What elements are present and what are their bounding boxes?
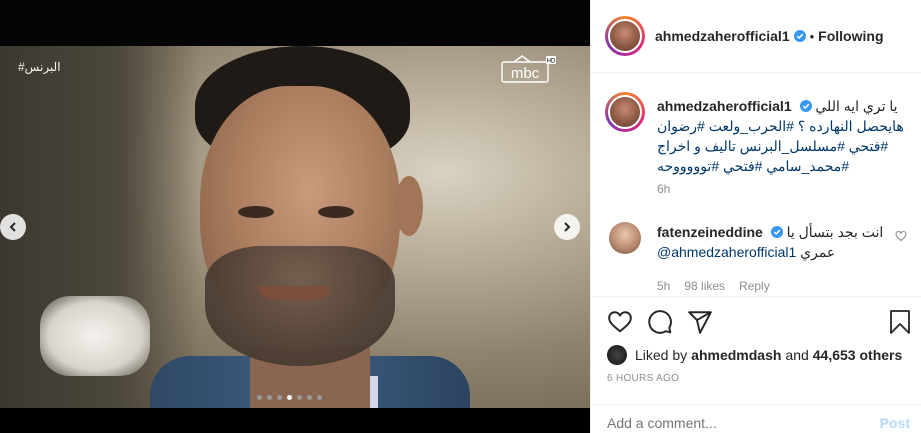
right-eye <box>318 206 354 218</box>
liked-by-and: and <box>785 347 809 363</box>
carousel-dot[interactable] <box>257 395 262 400</box>
comment-mention[interactable]: @ahmedzaherofficial1 <box>657 244 796 260</box>
show-hashtag-overlay: البرنس# <box>18 60 61 74</box>
mbc-logo: mbc HD <box>501 55 556 83</box>
comment-time[interactable]: 5h <box>657 276 670 296</box>
commenter-username[interactable]: fatenzeineddine <box>657 224 763 240</box>
post-actions: Liked by ahmedmdash and 44,653 others 6 … <box>591 296 921 396</box>
ear <box>395 176 423 236</box>
following-button[interactable]: Following <box>818 28 883 44</box>
caption-body: ahmedzaherofficial1 يا تري ايه اللي هايح… <box>657 96 913 196</box>
verified-icon <box>770 226 783 238</box>
left-eye <box>238 206 274 218</box>
verified-icon <box>799 100 812 112</box>
comment-text-end: عمري <box>800 244 836 260</box>
comment-like-icon[interactable] <box>895 230 907 242</box>
carousel-dot[interactable] <box>297 395 302 400</box>
comment-text: انت بجد بتسأل يا <box>786 224 884 240</box>
author-username[interactable]: ahmedzaherofficial1 <box>655 28 790 44</box>
carousel-dot[interactable] <box>307 395 312 400</box>
carousel-dot-active[interactable] <box>287 395 292 400</box>
avatar-image <box>608 19 642 53</box>
avatar-image <box>608 95 642 129</box>
smile <box>258 286 330 300</box>
commenter-avatar[interactable] <box>609 222 641 254</box>
hd-badge: HD <box>547 59 556 65</box>
carousel-dots <box>257 395 322 400</box>
likes-summary: Liked by ahmedmdash and 44,653 others <box>607 345 906 365</box>
chevron-right-icon <box>564 222 571 232</box>
next-slide-button[interactable] <box>554 214 580 240</box>
caption-time[interactable]: 6h <box>657 182 913 196</box>
separator-dot: • <box>809 28 815 44</box>
comment-body: fatenzeineddine انت بجد بتسأل يا @ahmedz… <box>657 222 887 296</box>
beard <box>205 246 395 366</box>
liked-by-prefix: Liked by <box>635 347 688 363</box>
add-comment-input[interactable] <box>607 415 867 431</box>
bookmark-icon[interactable] <box>888 309 912 335</box>
share-icon[interactable] <box>687 309 713 335</box>
media-top-bar <box>0 0 590 46</box>
post-header: ahmedzaherofficial1 • Following <box>591 0 921 73</box>
author-avatar[interactable] <box>605 16 645 56</box>
heart-icon[interactable] <box>607 309 633 335</box>
comment-meta: 5h 98 likes Reply <box>657 276 887 296</box>
caption-avatar[interactable] <box>605 92 645 132</box>
add-comment-bar: Post <box>591 404 921 433</box>
verified-icon <box>793 30 806 42</box>
liker-username[interactable]: ahmedmdash <box>691 347 781 363</box>
carousel-dot[interactable] <box>277 395 282 400</box>
carousel-dot[interactable] <box>267 395 272 400</box>
mbc-logo-text: mbc <box>511 65 540 82</box>
scene-light <box>40 296 150 376</box>
caption-text-line1: يا تري ايه اللي <box>815 98 898 114</box>
post-timestamp[interactable]: 6 HOURS AGO <box>607 373 679 384</box>
caption-text-line3[interactable]: #فتحي #مسلسل_البرنس تاليف و اخراج <box>657 136 913 156</box>
caption-username[interactable]: ahmedzaherofficial1 <box>657 98 792 114</box>
liker-avatar[interactable] <box>607 345 627 365</box>
post-comment-button[interactable]: Post <box>880 415 910 431</box>
comment-likes[interactable]: 98 likes <box>684 276 725 296</box>
caption-text-line4[interactable]: #محمد_سامي #فتحي #توووووحه <box>657 156 913 176</box>
action-icons <box>607 309 713 335</box>
caption-text-line2[interactable]: هايحصل النهارده ؟ #الحرب_ولعت #رضوان <box>657 116 913 136</box>
carousel-dot[interactable] <box>317 395 322 400</box>
previous-slide-button[interactable] <box>0 214 26 240</box>
reply-button[interactable]: Reply <box>739 276 770 296</box>
comment-icon[interactable] <box>647 309 673 335</box>
video-frame[interactable] <box>0 46 590 408</box>
chevron-left-icon <box>9 222 16 232</box>
likes-count[interactable]: 44,653 others <box>813 347 903 363</box>
post-details-panel: ahmedzaherofficial1 • Following ahmedzah… <box>590 0 921 433</box>
post-media: البرنس# mbc HD <box>0 0 590 433</box>
